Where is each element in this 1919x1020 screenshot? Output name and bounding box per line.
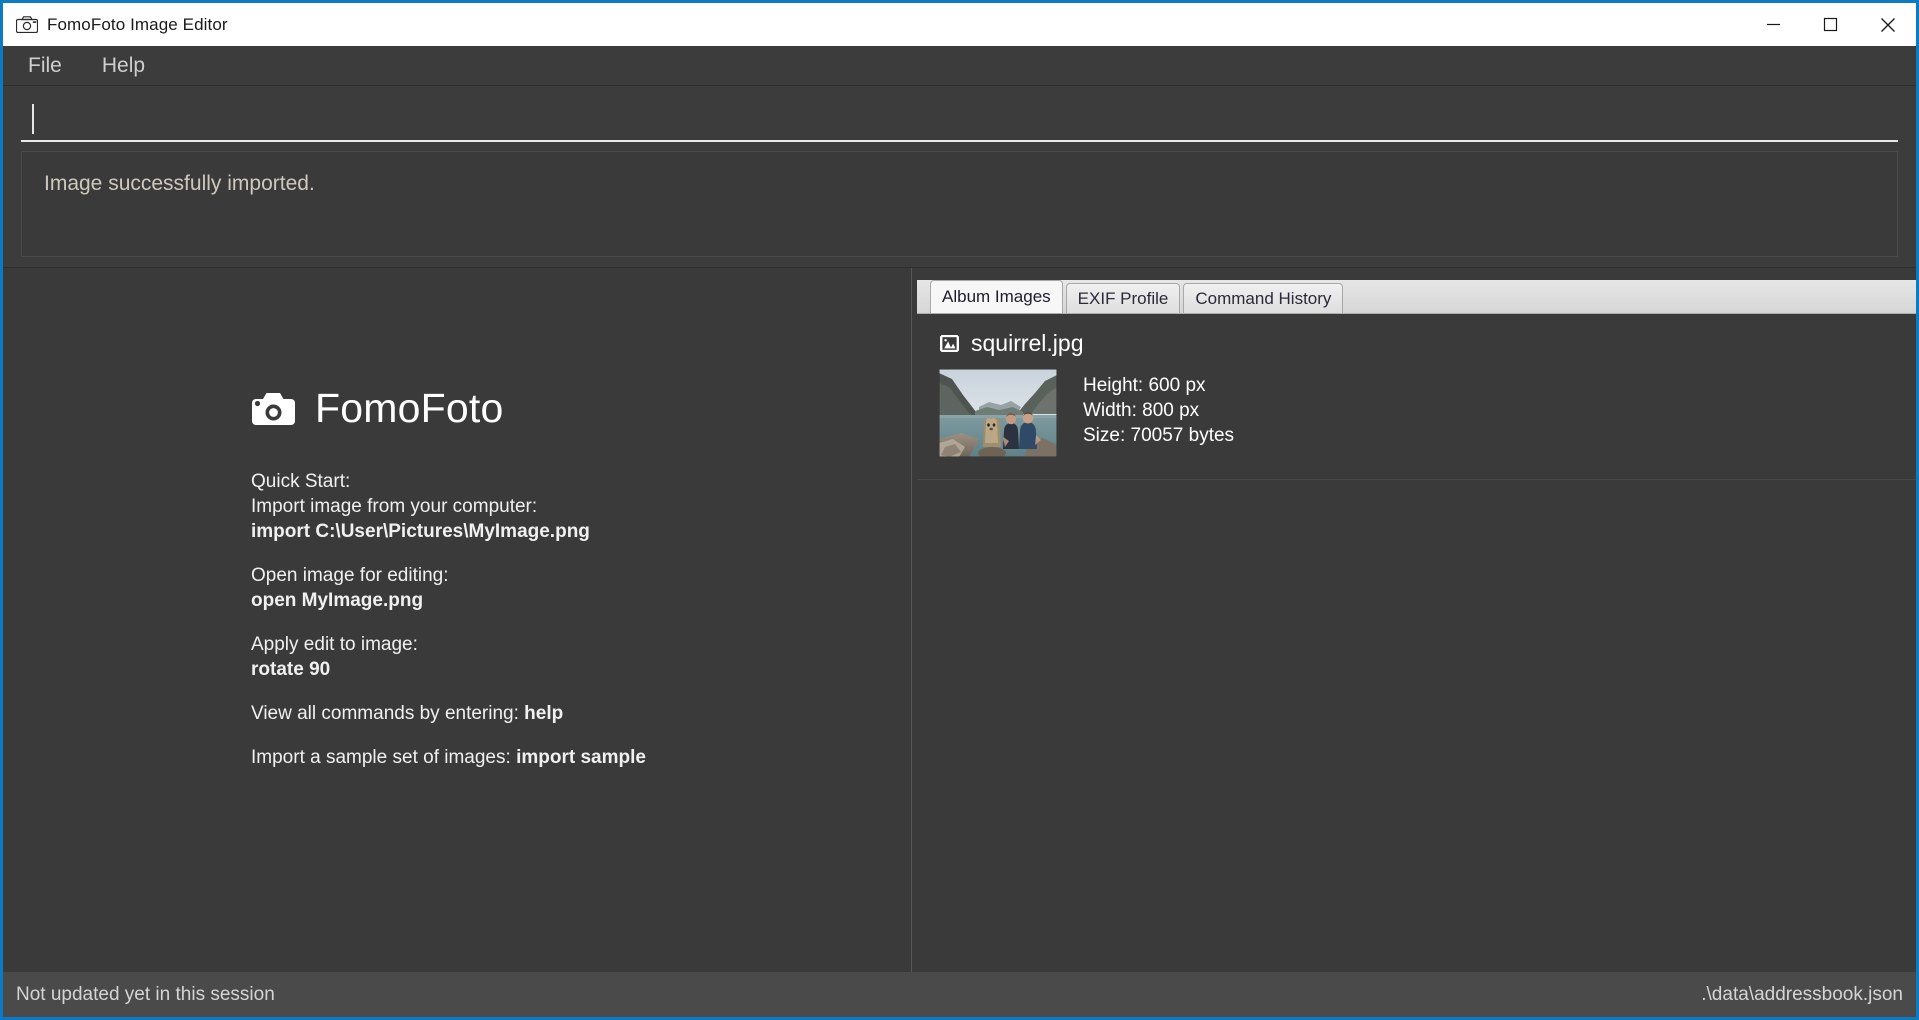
result-display: Image successfully imported. — [21, 151, 1898, 257]
album-image-metadata: Height: 600 px Width: 800 px Size: 70057… — [1083, 369, 1234, 448]
tab-panel-album-images: squirrel.jpg Height: 600 px Width: 800 p… — [917, 314, 1916, 480]
text-caret — [32, 104, 34, 134]
album-image-thumbnail[interactable] — [939, 369, 1057, 457]
minimize-button[interactable] — [1745, 3, 1802, 46]
status-bar-sync-status: Not updated yet in this session — [16, 983, 275, 1005]
quick-start-sample-command: import sample — [516, 747, 646, 768]
album-image-size: Size: 70057 bytes — [1083, 425, 1235, 446]
album-image-height: Height: 600 px — [1083, 375, 1206, 396]
quick-start-open-label: Open image for editing: — [251, 565, 449, 586]
maximize-button[interactable] — [1802, 3, 1859, 46]
tab-exif-profile[interactable]: EXIF Profile — [1065, 283, 1181, 313]
menu-item-help[interactable]: Help — [95, 52, 152, 80]
album-image-header: squirrel.jpg — [939, 332, 1916, 355]
close-button[interactable] — [1859, 3, 1916, 46]
info-pane: Album Images EXIF Profile Command Histor… — [917, 268, 1916, 972]
status-bar-save-location: .\data\addressbook.json — [1701, 983, 1903, 1005]
tab-command-history[interactable]: Command History — [1183, 283, 1344, 313]
command-input[interactable] — [21, 98, 1898, 142]
album-image-width: Width: 800 px — [1083, 400, 1200, 421]
album-image-body: Height: 600 px Width: 800 px Size: 70057… — [939, 369, 1916, 457]
quick-start-sample-prefix: Import a sample set of images: — [251, 747, 517, 768]
window-title: FomoFoto Image Editor — [47, 14, 228, 34]
quick-start-help-prefix: View all commands by entering: — [251, 703, 525, 724]
result-display-wrapper: Image successfully imported. — [3, 142, 1916, 267]
quick-start-title: Quick Start: — [251, 471, 351, 492]
picture-frame-icon — [939, 333, 960, 354]
title-bar-left: FomoFoto Image Editor — [3, 15, 228, 35]
quick-start-open-command: open MyImage.png — [251, 590, 424, 611]
quick-start-help-line: View all commands by entering: help — [251, 701, 871, 726]
brand-header: FomoFoto — [251, 388, 871, 429]
album-image-item[interactable]: squirrel.jpg Height: 600 px Width: 800 p… — [917, 314, 1916, 480]
quick-start-edit-command: rotate 90 — [251, 659, 331, 680]
main-content: FomoFoto Quick Start: Import image from … — [3, 267, 1916, 972]
welcome-pane: FomoFoto Quick Start: Import image from … — [3, 268, 911, 972]
tab-album-images[interactable]: Album Images — [930, 280, 1063, 313]
brand-name: FomoFoto — [315, 385, 504, 431]
title-bar: FomoFoto Image Editor — [3, 3, 1916, 46]
status-bar: Not updated yet in this session .\data\a… — [3, 972, 1916, 1017]
quick-start-import-command: import C:\User\Pictures\MyImage.png — [251, 521, 590, 542]
window-controls — [1745, 3, 1916, 46]
camera-icon — [15, 16, 39, 34]
menu-bar: File Help — [3, 46, 1916, 86]
app-window: FomoFoto Image Editor File Help Image su… — [0, 0, 1919, 1020]
menu-item-file[interactable]: File — [21, 52, 69, 80]
quick-start-help-command: help — [524, 703, 564, 724]
command-area — [3, 86, 1916, 142]
quick-start-import-label: Import image from your computer: — [251, 496, 538, 517]
camera-icon — [251, 392, 296, 426]
quick-start-sample-line: Import a sample set of images: import sa… — [251, 745, 871, 770]
quick-start-edit-label: Apply edit to image: — [251, 634, 418, 655]
result-message: Image successfully imported. — [44, 172, 315, 195]
quick-start-panel: FomoFoto Quick Start: Import image from … — [251, 388, 871, 770]
album-image-filename: squirrel.jpg — [971, 330, 1084, 356]
tab-bar: Album Images EXIF Profile Command Histor… — [917, 280, 1916, 314]
